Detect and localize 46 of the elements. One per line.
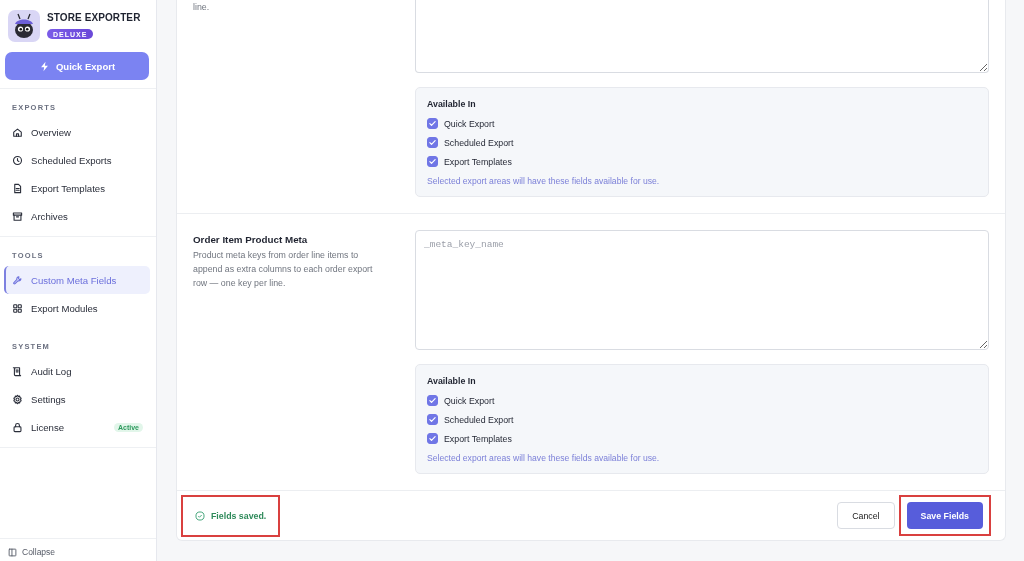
checkbox-label: Quick Export: [444, 118, 495, 129]
sidebar-item[interactable]: Custom Meta Fields: [4, 266, 150, 294]
checkbox-label: Export Templates: [444, 156, 512, 167]
wrench-icon: [12, 274, 23, 286]
checkbox[interactable]: [427, 414, 438, 425]
document-icon: [12, 182, 23, 194]
sidebar-item[interactable]: Archives: [4, 202, 150, 230]
help-text: Selected export areas will have these fields available for use.: [427, 453, 661, 463]
collapse-button[interactable]: Collapse: [8, 547, 56, 557]
save-status: Fields saved.: [181, 494, 281, 537]
grid-icon: [12, 302, 23, 314]
sidebar-item[interactable]: Settings: [4, 385, 150, 413]
checkbox[interactable]: [427, 395, 438, 406]
check-circle-icon: [195, 510, 205, 521]
clock-icon: [12, 154, 23, 166]
checkbox-label: Export Templates: [444, 433, 512, 444]
checkbox-label: Scheduled Export: [444, 414, 514, 425]
app-title: STORE EXPORTER: [47, 11, 141, 23]
sidebar-item[interactable]: Scheduled Exports: [4, 146, 150, 174]
logo-icon: [8, 10, 40, 42]
cancel-button[interactable]: Cancel: [837, 502, 895, 529]
help-text: Selected export areas will have these fields available for use.: [427, 176, 661, 186]
save-button[interactable]: Save Fields: [906, 502, 983, 529]
checkbox[interactable]: [427, 137, 438, 148]
meta-keys-field[interactable]: _meta_key_name: [415, 230, 989, 350]
meta-keys-field[interactable]: [415, 0, 989, 73]
field-description: Product meta keys from order line items to append as extra columns to each order export row — one key per line.: [193, 249, 374, 290]
field-description: line.: [193, 1, 211, 14]
checkbox[interactable]: [427, 156, 438, 167]
checkbox[interactable]: [427, 118, 438, 129]
panel-heading: Available In: [427, 99, 477, 109]
sidebar-icon: [8, 547, 17, 557]
sidebar-item[interactable]: Export Templates: [4, 174, 150, 202]
lock-icon: [12, 421, 23, 433]
gear-icon: [12, 393, 23, 405]
checkbox[interactable]: [427, 433, 438, 444]
scroll-icon: [12, 365, 23, 377]
home-icon: [12, 126, 23, 138]
sidebar-item[interactable]: Export Modules: [4, 294, 150, 322]
sidebar-item[interactable]: Overview: [4, 118, 150, 146]
checkbox-label: Scheduled Export: [444, 137, 514, 148]
sidebar-item[interactable]: Audit Log: [4, 357, 150, 385]
field-title: Order Item Product Meta: [193, 234, 309, 245]
checkbox-label: Quick Export: [444, 395, 495, 406]
panel-heading: Available In: [427, 376, 477, 386]
archive-icon: [12, 210, 23, 222]
